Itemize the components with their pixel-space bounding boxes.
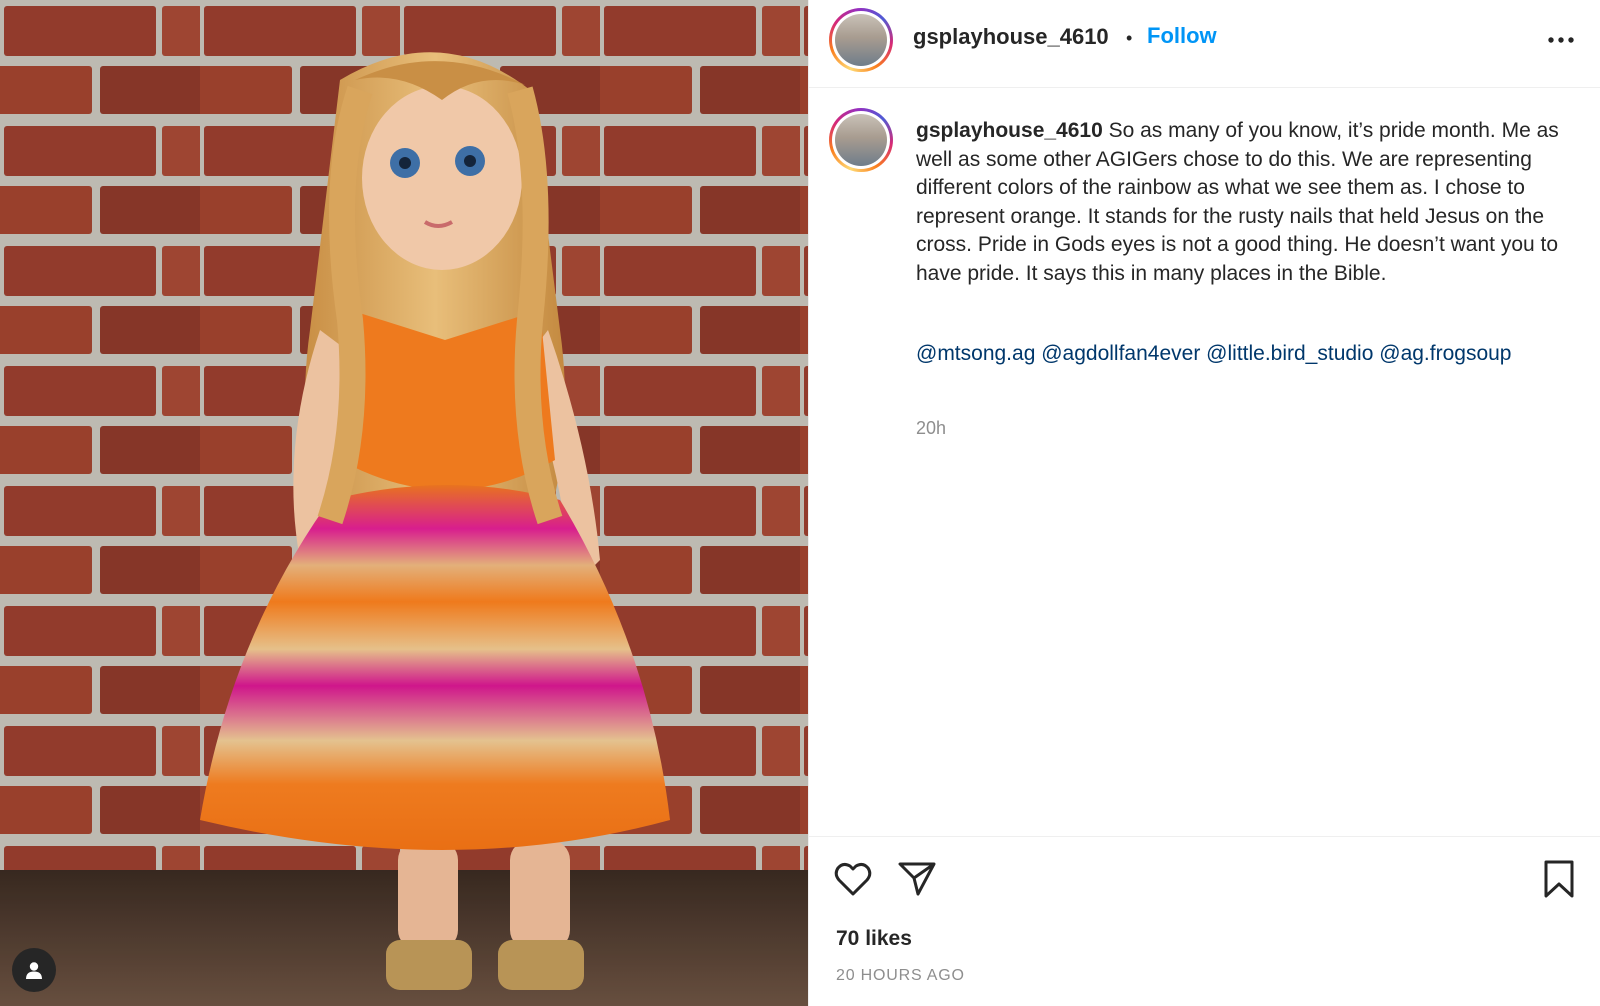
actions-bar: 70 likes 20 HOURS AGO: [809, 836, 1600, 1006]
mention-link[interactable]: @little.bird_studio: [1206, 342, 1373, 365]
mention-link[interactable]: @ag.frogsoup: [1379, 342, 1511, 365]
mention-link[interactable]: @mtsong.ag: [916, 342, 1035, 365]
avatar[interactable]: [829, 8, 893, 72]
post-image[interactable]: [0, 0, 808, 1006]
caption-text: So as many of you know, it’s pride month…: [916, 119, 1559, 285]
more-options-icon[interactable]: [1546, 30, 1576, 50]
caption-area: gsplayhouse_4610 So as many of you know,…: [809, 88, 1600, 836]
mention-link[interactable]: @agdollfan4ever: [1041, 342, 1200, 365]
caption-avatar[interactable]: [829, 108, 893, 172]
post-header: gsplayhouse_4610 • Follow: [809, 0, 1600, 88]
header-separator: •: [1126, 28, 1133, 48]
doll-photo: [0, 0, 808, 1006]
user-tag-icon: [26, 962, 42, 979]
posted-timestamp[interactable]: 20 HOURS AGO: [836, 967, 965, 985]
caption-time[interactable]: 20h: [916, 418, 946, 439]
caption-username[interactable]: gsplayhouse_4610: [916, 119, 1103, 142]
header-username[interactable]: gsplayhouse_4610: [913, 24, 1109, 50]
bookmark-icon[interactable]: [1541, 859, 1577, 899]
likes-count[interactable]: 70 likes: [836, 927, 912, 951]
mentions: @mtsong.ag @agdollfan4ever @little.bird_…: [916, 340, 1566, 369]
paper-plane-icon[interactable]: [897, 859, 937, 899]
caption: gsplayhouse_4610 So as many of you know,…: [916, 117, 1566, 289]
heart-icon[interactable]: [833, 859, 873, 899]
post-side-panel: gsplayhouse_4610 • Follow gsplayhouse_46…: [808, 0, 1600, 1006]
follow-button[interactable]: Follow: [1147, 23, 1217, 49]
user-tag-button[interactable]: [12, 948, 56, 992]
